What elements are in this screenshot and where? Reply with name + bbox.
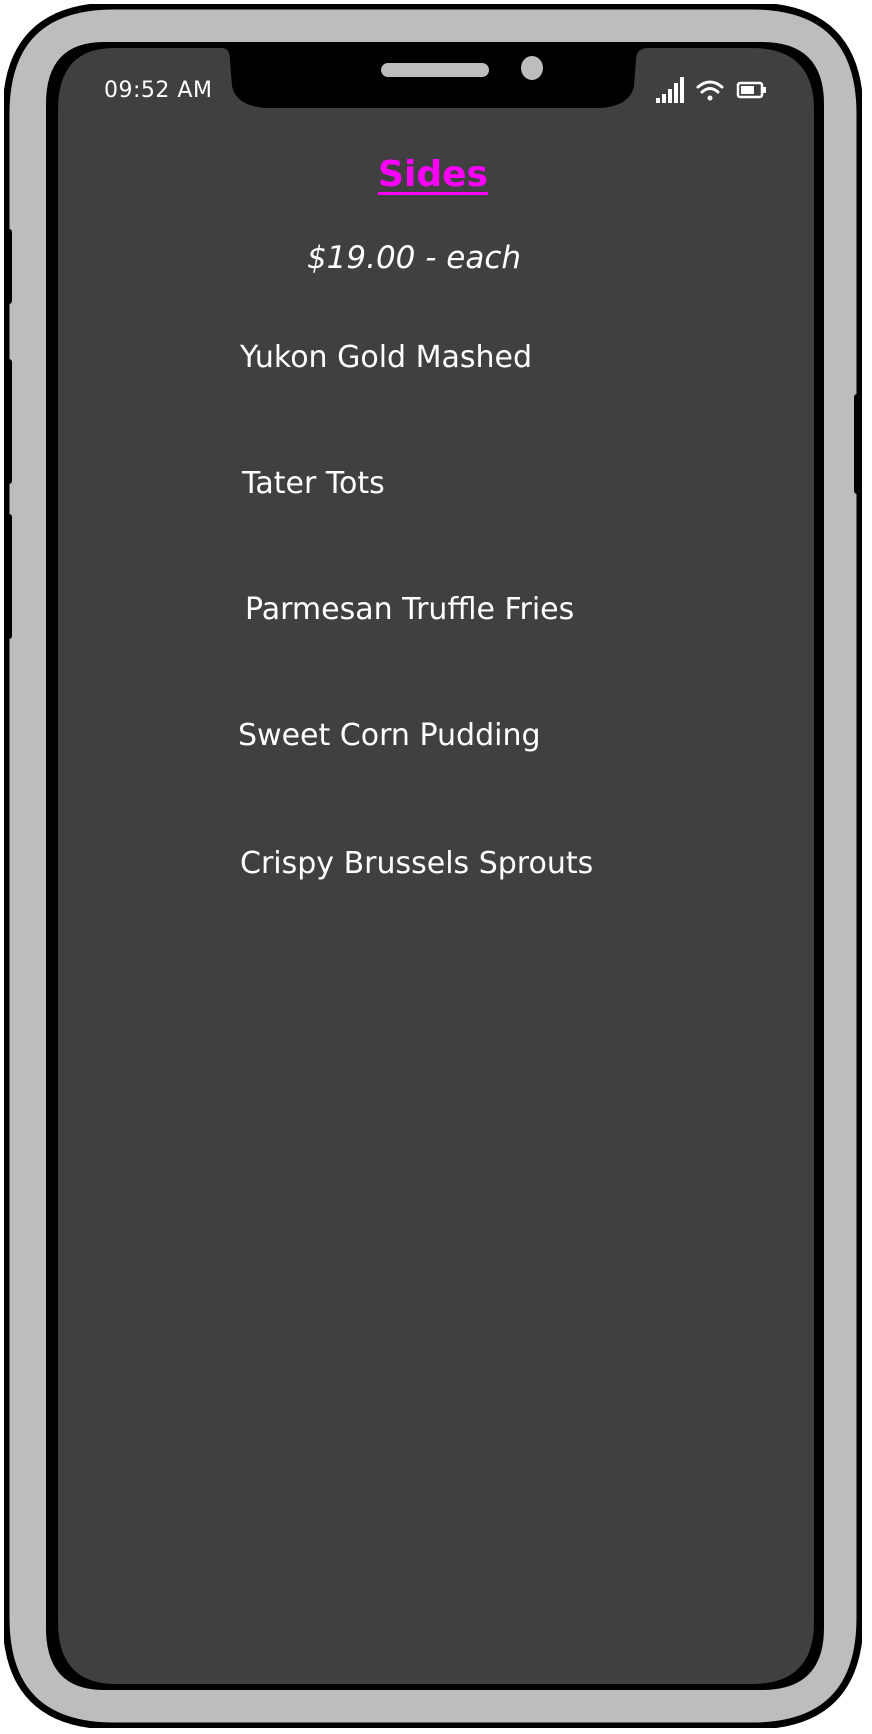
menu-item[interactable]: Yukon Gold Mashed xyxy=(240,340,532,375)
menu-item[interactable]: Crispy Brussels Sprouts xyxy=(240,846,593,881)
menu-item[interactable]: Tater Tots xyxy=(242,466,385,501)
signal-icon xyxy=(656,77,684,103)
phone-mockup: 09:52 AM Sides $19.00 - each Yukon Gold … xyxy=(4,4,862,1728)
status-time: 09:52 AM xyxy=(104,78,213,103)
screen: 09:52 AM Sides $19.00 - each Yukon Gold … xyxy=(4,4,862,1728)
wifi-icon xyxy=(696,80,724,101)
menu-item[interactable]: Parmesan Truffle Fries xyxy=(245,592,574,627)
battery-icon xyxy=(736,81,766,99)
page-title: Sides xyxy=(378,154,488,195)
status-icons xyxy=(656,77,766,103)
menu-item[interactable]: Sweet Corn Pudding xyxy=(238,718,541,753)
price-label: $19.00 - each xyxy=(306,240,522,276)
